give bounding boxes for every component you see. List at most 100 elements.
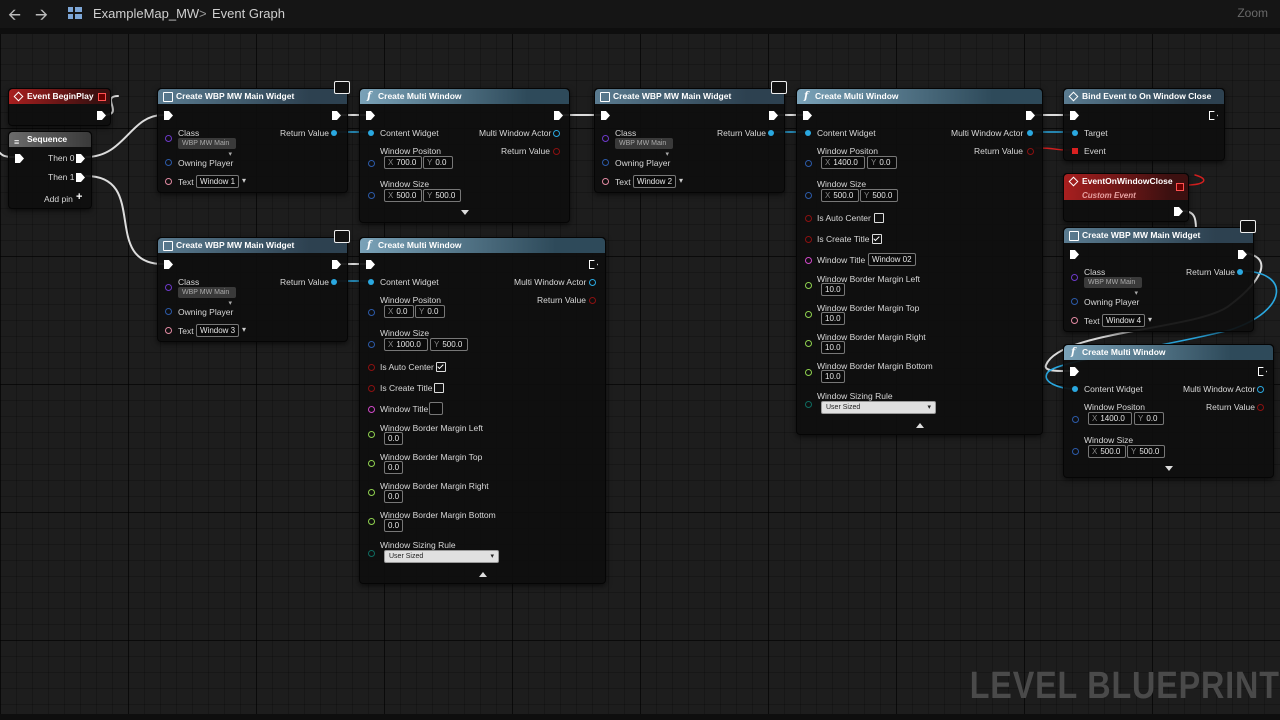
size-y-field[interactable]: Y500.0 <box>430 338 468 351</box>
chevron-down-icon[interactable]: ▾ <box>1148 315 1152 324</box>
window-position-pin[interactable] <box>805 160 812 167</box>
collapse-arrow-icon[interactable] <box>479 572 487 577</box>
add-pin-button[interactable]: Add pin <box>44 194 73 204</box>
pos-x-field[interactable]: X1400.0 <box>1088 412 1132 425</box>
class-pin[interactable] <box>165 284 172 291</box>
exec-in-pin[interactable] <box>1070 367 1079 376</box>
window-size-pin[interactable] <box>1072 448 1079 455</box>
pos-y-field[interactable]: Y0.0 <box>867 156 897 169</box>
margin-top-field[interactable]: 10.0 <box>821 312 845 325</box>
node-create-multi-window-4[interactable]: fCreate Multi Window Content Widget Mult… <box>1063 344 1274 478</box>
exec-out-pin[interactable] <box>554 111 563 120</box>
exec-out-pin[interactable] <box>1209 111 1218 120</box>
exec-in-pin[interactable] <box>601 111 610 120</box>
window-title-pin[interactable] <box>368 406 375 413</box>
sizing-rule-pin[interactable] <box>368 550 375 557</box>
content-widget-pin[interactable] <box>1072 386 1078 392</box>
exec-in-pin[interactable] <box>15 154 24 163</box>
margin-right-field[interactable]: 10.0 <box>821 341 845 354</box>
node-custom-event[interactable]: EventOnWindowClose Custom Event <box>1063 173 1189 222</box>
size-y-field[interactable]: Y500.0 <box>860 189 898 202</box>
margin-top-pin[interactable] <box>368 460 375 467</box>
exec-out-pin[interactable] <box>332 260 341 269</box>
return-value-pin[interactable] <box>1027 148 1034 155</box>
return-value-pin[interactable] <box>553 148 560 155</box>
return-value-pin[interactable] <box>589 297 596 304</box>
create-title-checkbox[interactable] <box>434 383 444 393</box>
pos-y-field[interactable]: Y0.0 <box>423 156 453 169</box>
text-field[interactable]: Window 2 <box>633 175 676 188</box>
create-title-pin[interactable] <box>368 385 375 392</box>
pos-x-field[interactable]: X700.0 <box>384 156 422 169</box>
sizing-rule-dropdown[interactable]: User Sized▾ <box>384 550 499 563</box>
text-pin[interactable] <box>1071 317 1078 324</box>
pos-y-field[interactable]: Y0.0 <box>415 305 445 318</box>
owning-player-pin[interactable] <box>165 308 172 315</box>
then-1-pin[interactable] <box>76 173 85 182</box>
margin-left-field[interactable]: 10.0 <box>821 283 845 296</box>
chevron-down-icon[interactable]: ▾ <box>242 325 246 334</box>
exec-out-pin[interactable] <box>1238 250 1247 259</box>
window-title-field[interactable]: Window 02 <box>868 253 916 266</box>
window-position-pin[interactable] <box>1072 416 1079 423</box>
margin-bottom-field[interactable]: 10.0 <box>821 370 845 383</box>
node-create-multi-window-1[interactable]: fCreate Multi Window Content Widget Mult… <box>359 88 570 223</box>
content-widget-pin[interactable] <box>368 279 374 285</box>
text-pin[interactable] <box>602 178 609 185</box>
text-field[interactable]: Window 3 <box>196 324 239 337</box>
window-position-pin[interactable] <box>368 309 375 316</box>
exec-out-pin[interactable] <box>1258 367 1267 376</box>
exec-in-pin[interactable] <box>1070 111 1079 120</box>
node-bind-event[interactable]: Bind Event to On Window Close Target Eve… <box>1063 88 1225 161</box>
size-x-field[interactable]: X500.0 <box>821 189 859 202</box>
node-create-multi-window-2[interactable]: fCreate Multi Window Content Widget Mult… <box>796 88 1043 435</box>
pos-x-field[interactable]: X0.0 <box>384 305 414 318</box>
pos-y-field[interactable]: Y0.0 <box>1134 412 1164 425</box>
exec-out-pin[interactable] <box>769 111 778 120</box>
owning-player-pin[interactable] <box>165 159 172 166</box>
node-sequence[interactable]: ≡ Sequence Then 0 Then 1 Add pin + <box>8 131 92 209</box>
target-pin[interactable] <box>1072 130 1078 136</box>
content-widget-pin[interactable] <box>368 130 374 136</box>
return-value-pin[interactable] <box>1257 404 1264 411</box>
class-pin[interactable] <box>602 135 609 142</box>
owning-player-pin[interactable] <box>1071 298 1078 305</box>
size-y-field[interactable]: Y500.0 <box>423 189 461 202</box>
breadcrumb-graph[interactable]: Event Graph <box>212 6 285 21</box>
margin-bottom-pin[interactable] <box>368 518 375 525</box>
window-size-pin[interactable] <box>805 192 812 199</box>
delegate-pin-icon[interactable] <box>98 93 106 101</box>
return-value-pin[interactable] <box>331 130 337 136</box>
exec-in-pin[interactable] <box>366 260 375 269</box>
margin-top-pin[interactable] <box>805 311 812 318</box>
text-field[interactable]: Window 4 <box>1102 314 1145 327</box>
create-title-checkbox[interactable] <box>872 234 882 244</box>
actor-pin[interactable] <box>1257 386 1264 393</box>
pos-x-field[interactable]: X1400.0 <box>821 156 865 169</box>
auto-center-pin[interactable] <box>368 364 375 371</box>
add-pin-icon[interactable]: + <box>76 191 82 203</box>
exec-in-pin[interactable] <box>366 111 375 120</box>
node-event-beginplay[interactable]: Event BeginPlay <box>8 88 111 126</box>
window-size-pin[interactable] <box>368 192 375 199</box>
actor-pin[interactable] <box>553 130 560 137</box>
return-value-pin[interactable] <box>768 130 774 136</box>
size-x-field[interactable]: X500.0 <box>384 189 422 202</box>
class-dropdown[interactable]: WBP MW Main▾ <box>178 287 236 298</box>
window-title-field[interactable] <box>429 402 443 415</box>
window-position-pin[interactable] <box>368 160 375 167</box>
margin-left-pin[interactable] <box>805 282 812 289</box>
margin-right-pin[interactable] <box>368 489 375 496</box>
collapse-arrow-icon[interactable] <box>916 423 924 428</box>
margin-left-field[interactable]: 0.0 <box>384 432 403 445</box>
forward-arrow-icon[interactable]: 🡪 <box>35 4 48 31</box>
breadcrumb-map[interactable]: ExampleMap_MW <box>93 6 199 21</box>
exec-out-pin[interactable] <box>1174 207 1183 216</box>
delegate-pin-icon[interactable] <box>1176 183 1184 191</box>
exec-out-pin[interactable] <box>1026 111 1035 120</box>
expand-arrow-icon[interactable] <box>1165 466 1173 471</box>
margin-right-field[interactable]: 0.0 <box>384 490 403 503</box>
text-field[interactable]: Window 1 <box>196 175 239 188</box>
exec-in-pin[interactable] <box>164 260 173 269</box>
exec-in-pin[interactable] <box>1070 250 1079 259</box>
